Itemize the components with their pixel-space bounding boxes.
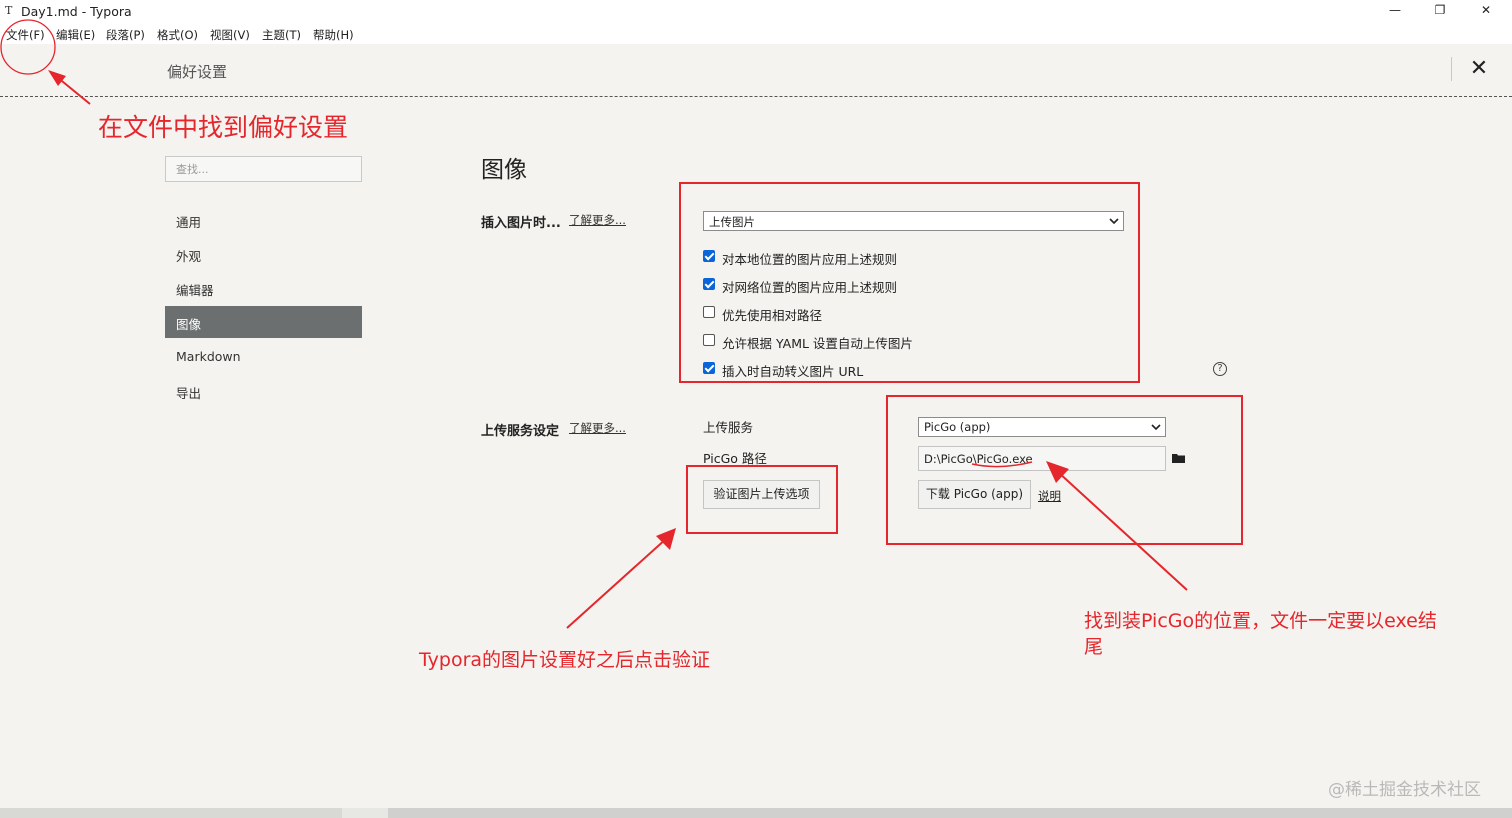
insert-image-label: 插入图片时...	[481, 216, 561, 231]
nav-item-appearance[interactable]: 外观	[165, 238, 362, 270]
annotation-file-menu-note: 在文件中找到偏好设置	[98, 113, 349, 142]
preferences-header: 偏好设置 ✕	[0, 44, 1512, 97]
header-divider	[1451, 57, 1452, 81]
scrollbar-thumb[interactable]	[388, 808, 1512, 818]
preferences-search-input[interactable]	[165, 156, 362, 182]
upload-service-settings-label: 上传服务设定	[481, 424, 560, 439]
nav-item-editor[interactable]: 编辑器	[165, 272, 362, 304]
minimize-button[interactable]: —	[1383, 3, 1407, 21]
arrow-line-to-verify-button	[566, 537, 668, 629]
window-title: Day1.md - Typora	[21, 4, 132, 19]
menu-file[interactable]: 文件(F)	[6, 27, 45, 43]
nav-item-image[interactable]: 图像	[165, 306, 362, 338]
menu-format[interactable]: 格式(O)	[157, 27, 198, 43]
menu-help[interactable]: 帮助(H)	[313, 27, 354, 43]
insert-options-highlight-box	[679, 182, 1140, 383]
typora-app-icon: T	[5, 4, 13, 17]
nav-item-markdown[interactable]: Markdown	[165, 341, 362, 373]
verify-button-highlight-box	[686, 465, 838, 534]
arrow-head-to-verify-button	[656, 528, 676, 550]
upload-service-highlight-box	[886, 395, 1243, 545]
menu-paragraph[interactable]: 段落(P)	[106, 27, 145, 43]
nav-item-export[interactable]: 导出	[165, 375, 362, 407]
nav-item-general[interactable]: 通用	[165, 204, 362, 236]
insert-learn-more-link[interactable]: 了解更多...	[569, 212, 626, 228]
upload-service-label: 上传服务	[703, 420, 754, 435]
help-question-icon[interactable]: ?	[1213, 362, 1227, 376]
section-title-image: 图像	[481, 157, 527, 183]
window-titlebar: T Day1.md - Typora — ❐ ✕	[0, 0, 1512, 24]
horizontal-scrollbar[interactable]	[0, 808, 1512, 818]
preferences-title: 偏好设置	[167, 63, 228, 81]
annotation-verify-note: Typora的图片设置好之后点击验证	[419, 649, 711, 671]
close-preferences-button[interactable]: ✕	[1466, 56, 1492, 82]
annotation-picgo-note-line1: 找到装PicGo的位置，文件一定要以exe结	[1084, 610, 1437, 632]
menu-theme[interactable]: 主题(T)	[262, 27, 301, 43]
menubar: 文件(F) 编辑(E) 段落(P) 格式(O) 视图(V) 主题(T) 帮助(H…	[0, 24, 1512, 44]
window-close-button[interactable]: ✕	[1474, 3, 1498, 21]
menu-view[interactable]: 视图(V)	[210, 27, 250, 43]
scrollbar-left-segment	[0, 808, 342, 818]
menu-edit[interactable]: 编辑(E)	[56, 27, 95, 43]
maximize-button[interactable]: ❐	[1428, 3, 1452, 21]
annotation-picgo-note-line2: 尾	[1084, 636, 1104, 658]
upload-learn-more-link[interactable]: 了解更多...	[569, 420, 626, 436]
watermark-text: @稀土掘金技术社区	[1328, 780, 1481, 800]
